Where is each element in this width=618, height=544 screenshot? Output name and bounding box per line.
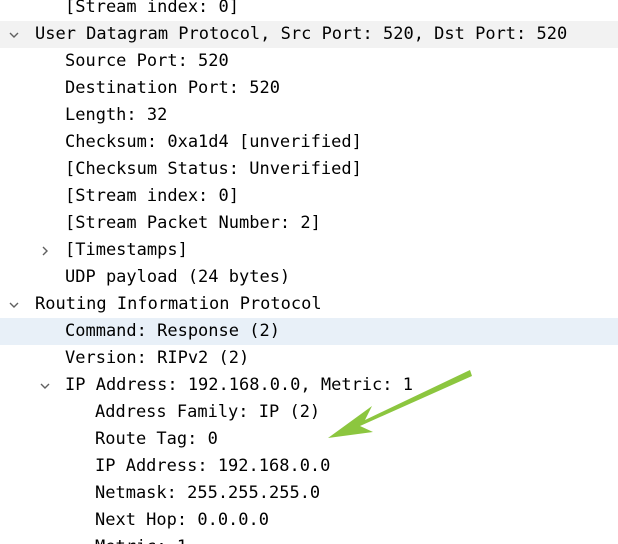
tree-row[interactable]: Checksum: 0xa1d4 [unverified]: [0, 129, 618, 156]
tree-row-label: Length: 32: [65, 105, 168, 125]
tree-row-label: [Timestamps]: [65, 240, 188, 260]
tree-row-label: [Stream index: 0]: [65, 186, 239, 206]
tree-row[interactable]: Source Port: 520: [0, 48, 618, 75]
tree-row-label: IP Address: 192.168.0.0, Metric: 1: [65, 375, 413, 395]
tree-row[interactable]: IP Address: 192.168.0.0, Metric: 1: [0, 372, 618, 399]
chevron-down-icon[interactable]: [37, 372, 53, 399]
tree-row[interactable]: [Checksum Status: Unverified]: [0, 156, 618, 183]
tree-row-label: Checksum: 0xa1d4 [unverified]: [65, 132, 362, 152]
tree-row-label: Address Family: IP (2): [95, 402, 321, 422]
tree-row[interactable]: UDP payload (24 bytes): [0, 264, 618, 291]
tree-row-label: [Stream Packet Number: 2]: [65, 213, 321, 233]
chevron-right-icon[interactable]: [37, 237, 53, 264]
tree-row[interactable]: Destination Port: 520: [0, 75, 618, 102]
tree-row-label: Source Port: 520: [65, 51, 229, 71]
tree-row[interactable]: [Stream Packet Number: 2]: [0, 210, 618, 237]
tree-row[interactable]: User Datagram Protocol, Src Port: 520, D…: [0, 21, 618, 48]
tree-row[interactable]: [Stream index: 0]: [0, 0, 618, 21]
chevron-down-icon[interactable]: [6, 291, 22, 318]
tree-row[interactable]: Routing Information Protocol: [0, 291, 618, 318]
tree-row[interactable]: [Stream index: 0]: [0, 183, 618, 210]
tree-row-label: Route Tag: 0: [95, 429, 218, 449]
tree-row[interactable]: IP Address: 192.168.0.0: [0, 453, 618, 480]
tree-row[interactable]: Command: Response (2): [0, 318, 618, 345]
tree-row[interactable]: Netmask: 255.255.255.0: [0, 480, 618, 507]
tree-row-label: Next Hop: 0.0.0.0: [95, 510, 269, 530]
tree-row-label: UDP payload (24 bytes): [65, 267, 291, 287]
tree-row-label: Metric: 1: [95, 534, 187, 544]
packet-details-tree: [Stream index: 0] User Datagram Protocol…: [0, 0, 618, 544]
tree-row[interactable]: Route Tag: 0: [0, 426, 618, 453]
tree-row[interactable]: Metric: 1: [0, 534, 618, 544]
tree-row[interactable]: Version: RIPv2 (2): [0, 345, 618, 372]
tree-row[interactable]: Next Hop: 0.0.0.0: [0, 507, 618, 534]
tree-row[interactable]: Address Family: IP (2): [0, 399, 618, 426]
tree-row-label: Command: Response (2): [65, 321, 280, 341]
tree-row-label: Destination Port: 520: [65, 78, 280, 98]
tree-row-label: User Datagram Protocol, Src Port: 520, D…: [35, 24, 568, 44]
tree-row[interactable]: [Timestamps]: [0, 237, 618, 264]
tree-row[interactable]: Length: 32: [0, 102, 618, 129]
tree-row-label: IP Address: 192.168.0.0: [95, 456, 331, 476]
tree-row-label: [Stream index: 0]: [65, 0, 239, 17]
tree-row-label: Routing Information Protocol: [35, 294, 322, 314]
tree-row-label: [Checksum Status: Unverified]: [65, 159, 362, 179]
tree-row-label: Netmask: 255.255.255.0: [95, 483, 321, 503]
tree-row-label: Version: RIPv2 (2): [65, 348, 250, 368]
chevron-down-icon[interactable]: [6, 21, 22, 48]
